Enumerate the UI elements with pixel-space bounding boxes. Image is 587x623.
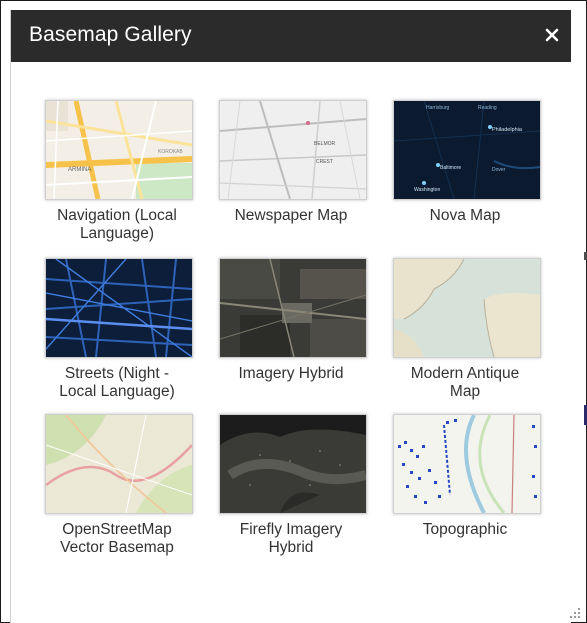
basemap-label: Topographic — [385, 521, 545, 539]
basemap-label-line: Local Language) — [59, 383, 175, 400]
basemap-label: Newspaper Map — [211, 207, 371, 225]
basemap-label-line: Vector Basemap — [60, 539, 174, 556]
panel-title: Basemap Gallery — [29, 23, 192, 46]
basemap-label: Streets (Night - Local Language) — [37, 365, 197, 401]
thumb-label: Harrisburg — [426, 105, 450, 111]
basemap-label-line: OpenStreetMap — [62, 521, 172, 538]
basemap-label: Navigation (Local Language) — [37, 207, 197, 243]
thumb-label: ARMINA — [68, 167, 91, 173]
topographic-map-thumbnail — [393, 414, 541, 514]
basemap-label-line: Nova Map — [429, 207, 501, 224]
basemap-gallery-panel: Basemap Gallery ARMINA KOROKAB Navigatio… — [10, 10, 571, 623]
basemap-label-line: Modern Antique — [410, 365, 520, 382]
streets-night-map-thumbnail — [45, 258, 193, 358]
basemap-label-line: Newspaper Map — [234, 207, 348, 224]
thumb-label: BELMOR — [314, 141, 336, 147]
basemap-label-line: Topographic — [422, 521, 508, 538]
thumb-label: Philadelphia — [492, 127, 523, 133]
basemap-label: Modern Antique Map — [385, 365, 545, 401]
thumb-label: KOROKAB — [158, 149, 183, 155]
imagery-hybrid-map-thumbnail — [219, 258, 367, 358]
modern-antique-map-thumbnail — [393, 258, 541, 358]
basemap-label-line: Language) — [79, 225, 155, 242]
thumb-label: Washington — [414, 187, 440, 193]
close-button[interactable] — [537, 20, 567, 50]
basemap-label-line: Imagery Hybrid — [238, 365, 344, 382]
basemap-label-line: Map — [449, 383, 481, 400]
thumb-label: CREST — [316, 159, 333, 165]
basemap-label: Imagery Hybrid — [211, 365, 371, 383]
firefly-map-thumbnail — [219, 414, 367, 514]
thumb-label: Baltimore — [440, 165, 461, 171]
newspaper-map-thumbnail: BELMOR CREST — [219, 100, 367, 200]
basemap-label: OpenStreetMap Vector Basemap — [37, 521, 197, 557]
navigation-map-thumbnail: ARMINA KOROKAB — [45, 100, 193, 200]
basemap-label: Firefly Imagery Hybrid — [211, 521, 371, 557]
basemap-label-line: Streets (Night - — [64, 365, 170, 382]
thumb-label: Dover — [492, 167, 506, 173]
basemap-grid: ARMINA KOROKAB Navigation (Local Languag… — [11, 62, 571, 622]
thumb-label: Reading — [478, 105, 497, 111]
nova-map-thumbnail: Harrisburg Reading Philadelphia Baltimor… — [393, 100, 541, 200]
basemap-label-line: Hybrid — [268, 539, 314, 556]
basemap-label: Nova Map — [385, 207, 545, 225]
openstreetmap-map-thumbnail — [45, 414, 193, 514]
panel-titlebar: Basemap Gallery — [11, 10, 571, 62]
basemap-label-line: Navigation (Local — [57, 207, 177, 224]
basemap-label-line: Firefly Imagery — [239, 521, 343, 538]
close-icon — [545, 28, 559, 42]
resize-grip-icon[interactable] — [569, 607, 581, 619]
